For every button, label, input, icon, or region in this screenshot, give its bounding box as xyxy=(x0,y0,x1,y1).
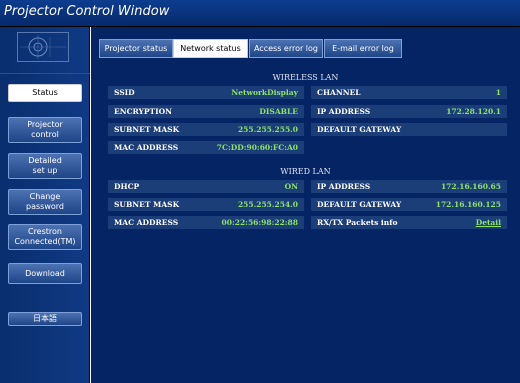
tab-access-error-log[interactable]: Access error log xyxy=(249,39,323,58)
title-bar: Projector Control Window xyxy=(0,0,520,27)
window-title: Projector Control Window xyxy=(4,4,170,19)
sidebar-item-projector-control[interactable]: Projector control xyxy=(8,117,82,143)
wired-mac-value: 00:22:56:98:22:88 xyxy=(221,218,298,227)
sidebar-divider xyxy=(0,73,90,74)
wired-section-title: WIRED LAN xyxy=(280,167,331,176)
wireless-gateway-value xyxy=(311,123,507,136)
sidebar-item-detailed-setup[interactable]: Detailed set up xyxy=(8,153,82,179)
wireless-ip-value: 172.28.120.1 xyxy=(446,107,501,116)
sidebar-item-status[interactable]: Status xyxy=(8,84,82,102)
logo-icon xyxy=(20,35,66,59)
wired-packets-detail-link[interactable]: Detail xyxy=(311,216,507,229)
wireless-section-title: WIRELESS LAN xyxy=(272,73,339,82)
logo xyxy=(17,32,69,62)
wireless-subnet-value: 255.255.255.0 xyxy=(237,125,298,134)
wireless-encryption-value: DISABLE xyxy=(259,107,298,116)
tab-network-status[interactable]: Network status xyxy=(173,39,248,58)
tab-email-error-log[interactable]: E-mail error log xyxy=(324,39,402,58)
wired-ip-value: 172.16.160.65 xyxy=(440,182,501,191)
wired-subnet-value: 255.255.254.0 xyxy=(237,200,298,209)
main-panel: Projector status Network status Access e… xyxy=(91,27,520,383)
wired-dhcp-value: ON xyxy=(284,182,298,191)
sidebar-item-download[interactable]: Download xyxy=(8,263,82,284)
sidebar: Status Projector control Detailed set up… xyxy=(0,27,90,383)
wired-gateway-value: 172.16.160.125 xyxy=(435,200,501,209)
wireless-mac-value: 7C:DD:90:60:FC:A0 xyxy=(216,143,298,152)
wireless-channel-value: 1 xyxy=(495,88,501,97)
sidebar-item-change-password[interactable]: Change password xyxy=(8,189,82,215)
wireless-ssid-value: NetworkDisplay xyxy=(231,88,298,97)
tab-projector-status[interactable]: Projector status xyxy=(99,39,173,58)
sidebar-item-crestron[interactable]: Crestron Connected(TM) xyxy=(8,224,82,250)
sidebar-item-japanese[interactable]: 日本語 xyxy=(8,312,82,326)
